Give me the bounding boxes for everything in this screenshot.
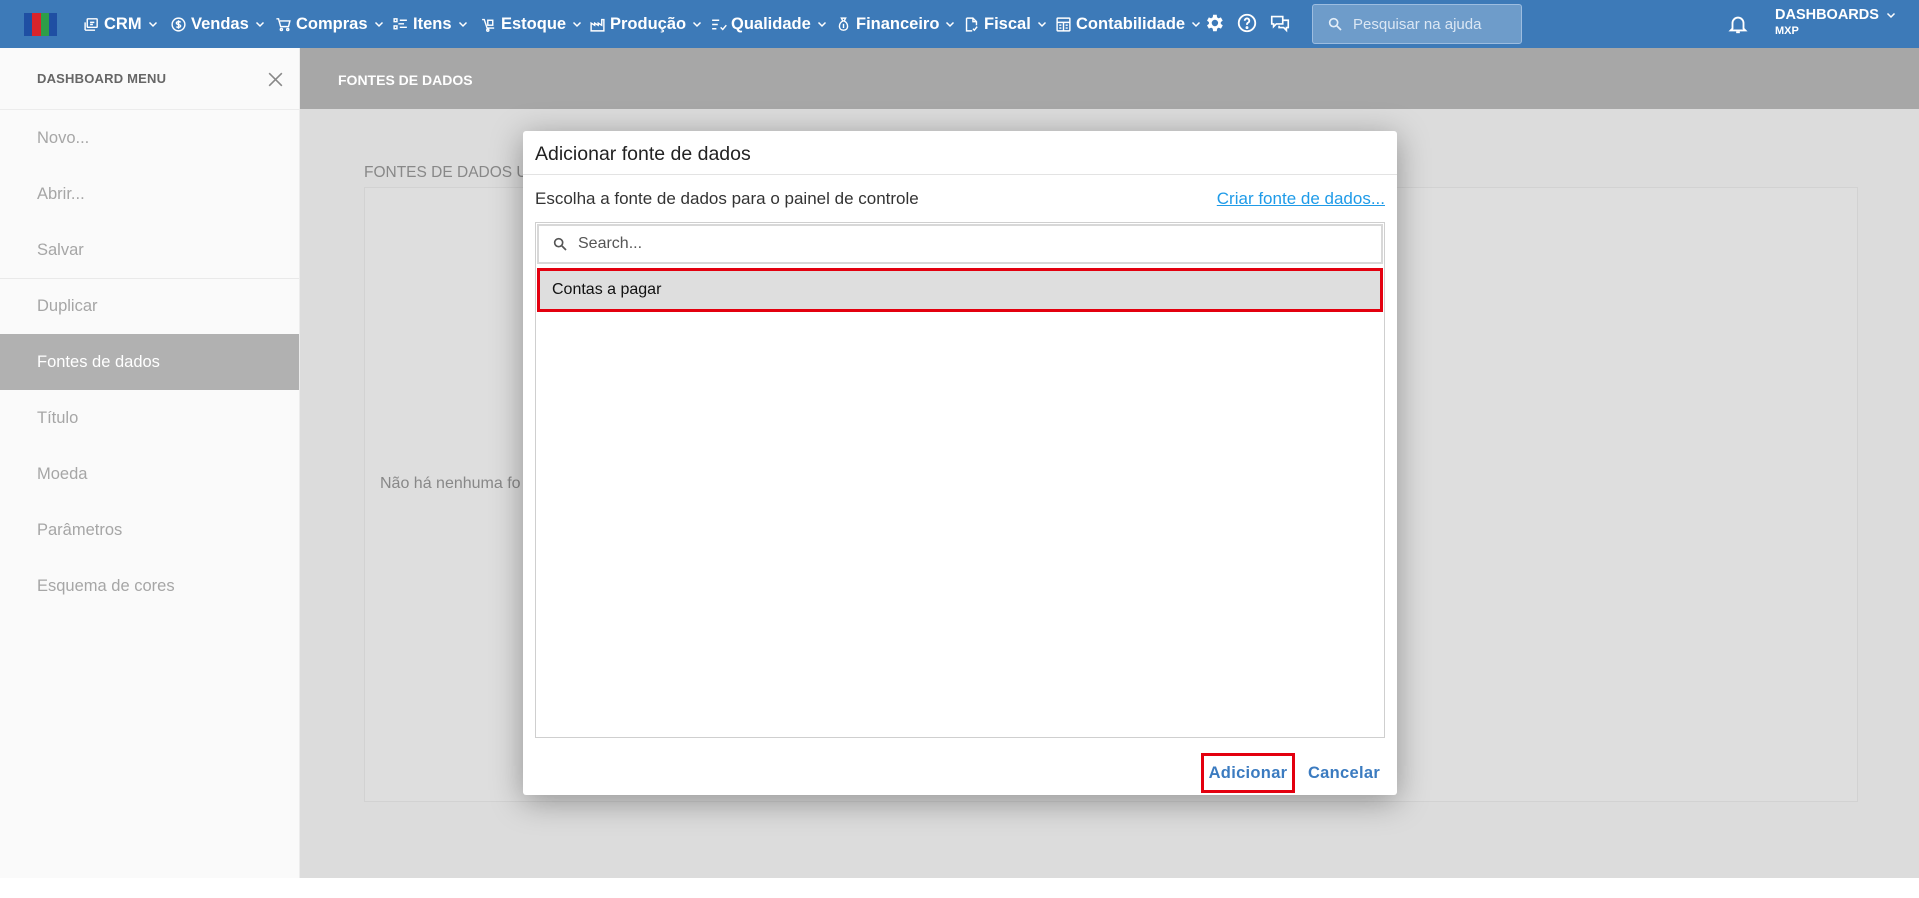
nav-item-crm[interactable]: CRM bbox=[83, 0, 159, 48]
sidebar-item-salvar[interactable]: Salvar bbox=[0, 222, 299, 278]
search-icon bbox=[552, 236, 568, 252]
nav-item-label: CRM bbox=[104, 14, 142, 33]
nav-item-label: Estoque bbox=[501, 14, 567, 33]
nav-item-label: Itens bbox=[413, 14, 452, 33]
help-search-box[interactable] bbox=[1312, 4, 1522, 44]
sidebar-item-duplicar[interactable]: Duplicar bbox=[0, 278, 299, 334]
section-label: FONTES DE DADOS UT bbox=[364, 164, 524, 181]
chevron-down-icon bbox=[457, 18, 469, 30]
help-search-input[interactable] bbox=[1353, 15, 1513, 33]
nav-item-label: Financeiro bbox=[856, 14, 940, 33]
logo-bar-4 bbox=[48, 13, 57, 36]
add-button[interactable]: Adicionar bbox=[1201, 753, 1295, 793]
list-item-contas-a-pagar[interactable]: Contas a pagar bbox=[537, 268, 1383, 312]
nav-item-fiscal[interactable]: Fiscal bbox=[963, 0, 1048, 48]
sidebar-item-label: Título bbox=[37, 408, 79, 427]
factory-icon bbox=[589, 16, 606, 33]
nav-item-financeiro[interactable]: Financeiro bbox=[835, 0, 956, 48]
create-data-source-link[interactable]: Criar fonte de dados... bbox=[1217, 189, 1385, 209]
list-item-label: Contas a pagar bbox=[552, 281, 662, 298]
logo-bar-2 bbox=[32, 13, 41, 36]
logo-bar-3 bbox=[40, 13, 49, 36]
close-icon[interactable] bbox=[266, 70, 285, 89]
dollar-circle-icon bbox=[170, 16, 187, 33]
nav-item-label: Qualidade bbox=[731, 14, 811, 33]
sidebar-item-label: Parâmetros bbox=[37, 520, 123, 539]
user-name-row: DASHBOARDS bbox=[1775, 8, 1897, 23]
chevron-down-icon bbox=[944, 18, 956, 30]
sidebar-item-abrir[interactable]: Abrir... bbox=[0, 166, 299, 222]
add-data-source-dialog: Adicionar fonte de dados Escolha a fonte… bbox=[523, 131, 1397, 795]
document-check-icon bbox=[963, 16, 980, 33]
nav-item-label: Fiscal bbox=[984, 14, 1031, 33]
data-source-search-input[interactable] bbox=[578, 235, 1358, 253]
nav-item-label: Produção bbox=[610, 14, 687, 33]
chat-icon[interactable] bbox=[1269, 12, 1291, 34]
bottom-strip bbox=[0, 878, 1919, 898]
chevron-down-icon bbox=[1885, 9, 1897, 21]
cart-icon bbox=[275, 16, 292, 33]
nav-item-vendas[interactable]: Vendas bbox=[170, 0, 266, 48]
chevron-down-icon bbox=[373, 18, 385, 30]
data-source-search-box[interactable] bbox=[537, 224, 1383, 264]
money-bag-icon bbox=[835, 16, 852, 33]
notification-bell-icon[interactable] bbox=[1727, 13, 1749, 35]
user-organization: MXP bbox=[1775, 24, 1799, 37]
chevron-down-icon bbox=[254, 18, 266, 30]
chevron-down-icon bbox=[1036, 18, 1048, 30]
nav-item-compras[interactable]: Compras bbox=[275, 0, 385, 48]
dialog-subtitle: Escolha a fonte de dados para o painel d… bbox=[535, 189, 919, 208]
nav-item-contabilidade[interactable]: Contabilidade bbox=[1055, 0, 1202, 48]
sidebar-item-label: Novo... bbox=[37, 128, 90, 147]
dialog-divider bbox=[523, 174, 1397, 175]
gear-icon[interactable] bbox=[1203, 12, 1225, 34]
data-source-list: Contas a pagar bbox=[535, 222, 1385, 738]
stock-icon bbox=[480, 16, 497, 33]
user-menu[interactable]: DASHBOARDS MXP bbox=[1775, 8, 1897, 37]
user-name: DASHBOARDS bbox=[1775, 7, 1879, 23]
sidebar-item-label: Fontes de dados bbox=[37, 352, 160, 371]
page-title: FONTES DE DADOS bbox=[338, 72, 473, 88]
nav-item-label: Compras bbox=[296, 14, 368, 33]
sidebar-item-moeda[interactable]: Moeda bbox=[0, 446, 299, 502]
sidebar-item-label: Moeda bbox=[37, 464, 88, 483]
sidebar-item-label: Abrir... bbox=[37, 184, 85, 203]
nav-item-label: Contabilidade bbox=[1076, 14, 1186, 33]
sidebar-item-esquema-de-cores[interactable]: Esquema de cores bbox=[0, 558, 299, 614]
help-icon[interactable] bbox=[1236, 12, 1258, 34]
sidebar-item-label: Esquema de cores bbox=[37, 576, 175, 595]
items-icon bbox=[392, 16, 409, 33]
chevron-down-icon bbox=[691, 18, 703, 30]
sidebar-item-novo[interactable]: Novo... bbox=[0, 110, 299, 166]
page-header: FONTES DE DADOS bbox=[300, 48, 1919, 109]
sidebar-title: DASHBOARD MENU bbox=[37, 71, 167, 86]
empty-state-text: Não há nenhuma fo bbox=[380, 475, 521, 492]
app-logo[interactable] bbox=[24, 13, 57, 36]
search-icon bbox=[1327, 16, 1343, 32]
ledger-icon bbox=[1055, 16, 1072, 33]
dialog-title: Adicionar fonte de dados bbox=[535, 143, 751, 165]
top-navigation-bar: CRM Vendas Compras Itens Estoque Produçã… bbox=[0, 0, 1919, 48]
checklist-icon bbox=[710, 16, 727, 33]
nav-item-estoque[interactable]: Estoque bbox=[480, 0, 583, 48]
chevron-down-icon bbox=[1190, 18, 1202, 30]
crm-icon bbox=[83, 16, 100, 33]
nav-item-itens[interactable]: Itens bbox=[392, 0, 469, 48]
cancel-button[interactable]: Cancelar bbox=[1302, 753, 1386, 793]
sidebar-item-parametros[interactable]: Parâmetros bbox=[0, 502, 299, 558]
nav-item-qualidade[interactable]: Qualidade bbox=[710, 0, 828, 48]
nav-item-producao[interactable]: Produção bbox=[589, 0, 703, 48]
sidebar-item-titulo[interactable]: Título bbox=[0, 390, 299, 446]
sidebar-header: DASHBOARD MENU bbox=[0, 48, 299, 110]
chevron-down-icon bbox=[571, 18, 583, 30]
nav-item-label: Vendas bbox=[191, 14, 249, 33]
sidebar-item-fontes-de-dados[interactable]: Fontes de dados bbox=[0, 334, 299, 390]
logo-bar-1 bbox=[24, 13, 33, 36]
sidebar-item-label: Salvar bbox=[37, 240, 84, 259]
chevron-down-icon bbox=[147, 18, 159, 30]
chevron-down-icon bbox=[816, 18, 828, 30]
dashboard-menu-sidebar: DASHBOARD MENU Novo... Abrir... Salvar D… bbox=[0, 48, 300, 878]
sidebar-item-label: Duplicar bbox=[37, 297, 98, 315]
